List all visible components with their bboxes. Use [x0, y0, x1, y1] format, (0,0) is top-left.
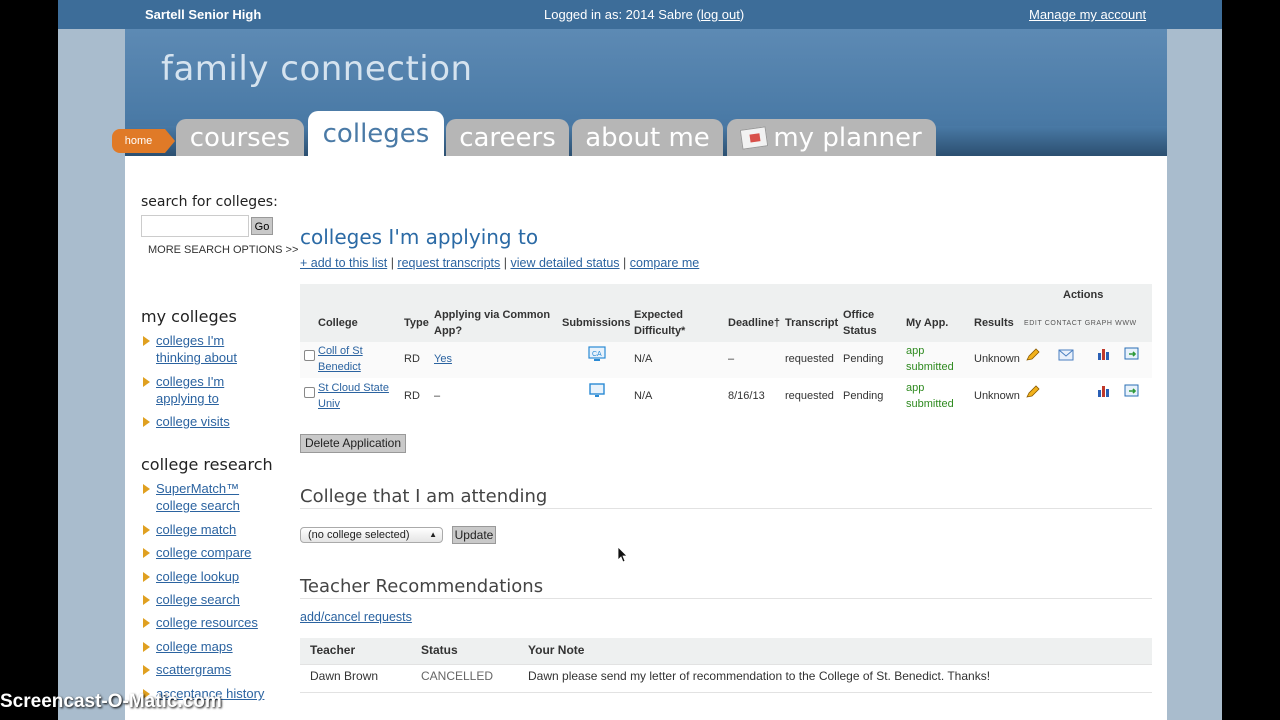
main-content: search for colleges: Go MORE SEARCH OPTI… [125, 156, 1167, 720]
deadline: 8/16/13 [728, 390, 765, 402]
header-banner: family connection home courses colleges … [112, 29, 1167, 156]
tab-careers[interactable]: careers [446, 119, 569, 156]
request-transcripts-link[interactable]: request transcripts [397, 256, 500, 270]
tab-colleges[interactable]: colleges [308, 111, 444, 156]
view-detailed-status-link[interactable]: view detailed status [510, 256, 619, 270]
planner-icon [740, 126, 769, 150]
transcript-status: requested [785, 353, 834, 365]
rec-note: Dawn please send my letter of recommenda… [528, 669, 991, 683]
my-app-status: app submitted [906, 345, 954, 373]
divider [300, 598, 1152, 599]
tab-my-planner[interactable]: my planner [727, 119, 936, 156]
office-status: Pending [843, 353, 884, 365]
page-title: colleges I'm applying to [300, 225, 539, 249]
college-link[interactable]: St Cloud State Univ [318, 380, 389, 412]
common-app-link[interactable]: Yes [434, 351, 452, 367]
col-submissions: Submissions [562, 317, 631, 329]
applying-links: + add to this list | request transcripts… [300, 256, 700, 270]
logout-link[interactable]: log out [701, 7, 740, 22]
col-difficulty: Expected Difficulty* [634, 309, 686, 337]
top-bar: Sartell Senior High Logged in as: 2014 S… [58, 0, 1222, 29]
tab-about-me[interactable]: about me [572, 119, 723, 156]
my-colleges-heading: my colleges [141, 307, 237, 326]
college-search-input[interactable] [141, 215, 249, 237]
teacher-recs-heading: Teacher Recommendations [300, 576, 544, 597]
delete-application-button[interactable]: Delete Application [300, 434, 406, 453]
attending-heading: College that I am attending [300, 486, 548, 507]
rec-status: CANCELLED [421, 669, 494, 683]
website-icon[interactable] [1124, 384, 1140, 398]
results: Unknown [974, 390, 1020, 402]
edit-icon[interactable] [1025, 348, 1041, 362]
applications-table: Actions College Type Applying via Common… [300, 284, 1152, 410]
col-status: Status [421, 643, 458, 657]
col-teacher: Teacher [310, 643, 356, 657]
actions-header: Actions [1063, 289, 1104, 301]
col-common-app: Applying via Common App? [434, 309, 551, 337]
graph-icon[interactable] [1097, 384, 1111, 398]
graph-icon[interactable] [1097, 347, 1111, 361]
mouse-cursor [617, 546, 628, 563]
tab-home[interactable]: home [112, 129, 175, 153]
compare-me-link[interactable]: compare me [630, 256, 699, 270]
row-checkbox[interactable] [304, 387, 315, 398]
sidebar-item-college-compare[interactable]: college compare [142, 544, 251, 561]
deadline: – [728, 353, 735, 365]
browser-page: Sartell Senior High Logged in as: 2014 S… [58, 0, 1222, 720]
watermark: Screencast-O-Matic.com [0, 691, 222, 712]
col-transcript: Transcript [785, 317, 839, 329]
sidebar-item-college-search[interactable]: college search [143, 591, 240, 608]
online-submission-icon[interactable] [588, 383, 606, 399]
col-college: College [318, 317, 358, 329]
col-your-note: Your Note [528, 643, 585, 657]
login-status: Logged in as: 2014 Sabre (log out) [544, 7, 745, 22]
col-type: Type [404, 317, 429, 329]
difficulty: N/A [634, 353, 653, 365]
col-office-status: Office Status [843, 309, 877, 337]
results: Unknown [974, 353, 1020, 365]
row-checkbox[interactable] [304, 350, 315, 361]
teacher-name: Dawn Brown [310, 669, 379, 683]
brand-logo: family connection [161, 49, 473, 89]
sidebar-item-college-resources[interactable]: college resources [143, 614, 258, 631]
col-deadline: Deadline† [728, 317, 780, 329]
tab-courses[interactable]: courses [176, 119, 304, 156]
update-button[interactable]: Update [452, 526, 496, 544]
sidebar-item-college-maps[interactable]: college maps [143, 638, 233, 655]
office-status: Pending [843, 390, 884, 402]
action-labels: EDIT CONTACT GRAPH WWW [1024, 320, 1137, 327]
app-type: RD [404, 390, 420, 402]
col-my-app: My App. [906, 317, 949, 329]
website-icon[interactable] [1124, 347, 1140, 361]
sidebar-item-college-lookup[interactable]: college lookup [142, 568, 239, 585]
sidebar-item-applying-to[interactable]: colleges I'm applying to [142, 373, 224, 407]
divider [300, 508, 1152, 509]
difficulty: N/A [634, 390, 653, 402]
my-app-status: app submitted [906, 382, 954, 410]
sidebar-item-college-match[interactable]: college match [142, 521, 236, 538]
go-button[interactable]: Go [251, 217, 273, 235]
college-link[interactable]: Coll of St Benedict [318, 343, 363, 375]
sidebar-item-scattergrams[interactable]: scattergrams [142, 661, 231, 678]
sidebar-item-thinking-about[interactable]: colleges I'm thinking about [143, 332, 237, 366]
manage-account-link[interactable]: Manage my account [1029, 7, 1146, 22]
search-label: search for colleges: [141, 194, 278, 210]
app-type: RD [404, 353, 420, 365]
school-name: Sartell Senior High [145, 7, 262, 22]
chevron-updown-icon: ▲ [429, 530, 437, 539]
college-research-heading: college research [141, 455, 273, 474]
add-cancel-requests-link[interactable]: add/cancel requests [300, 610, 412, 624]
transcript-status: requested [785, 390, 834, 402]
add-to-list-link[interactable]: + add to this list [300, 256, 387, 270]
col-results: Results [974, 317, 1014, 329]
mail-icon[interactable] [1058, 349, 1074, 361]
common-app-submission-icon[interactable]: CA [588, 346, 606, 362]
common-app: – [434, 390, 441, 402]
svg-text:CA: CA [592, 351, 602, 358]
college-attending-select[interactable]: (no college selected) ▲ [300, 527, 443, 543]
sidebar-item-supermatch[interactable]: SuperMatch™ college search [143, 480, 240, 514]
sidebar-item-college-visits[interactable]: college visits [143, 413, 230, 430]
edit-icon[interactable] [1025, 385, 1041, 399]
more-search-options-link[interactable]: MORE SEARCH OPTIONS >> [148, 244, 298, 256]
